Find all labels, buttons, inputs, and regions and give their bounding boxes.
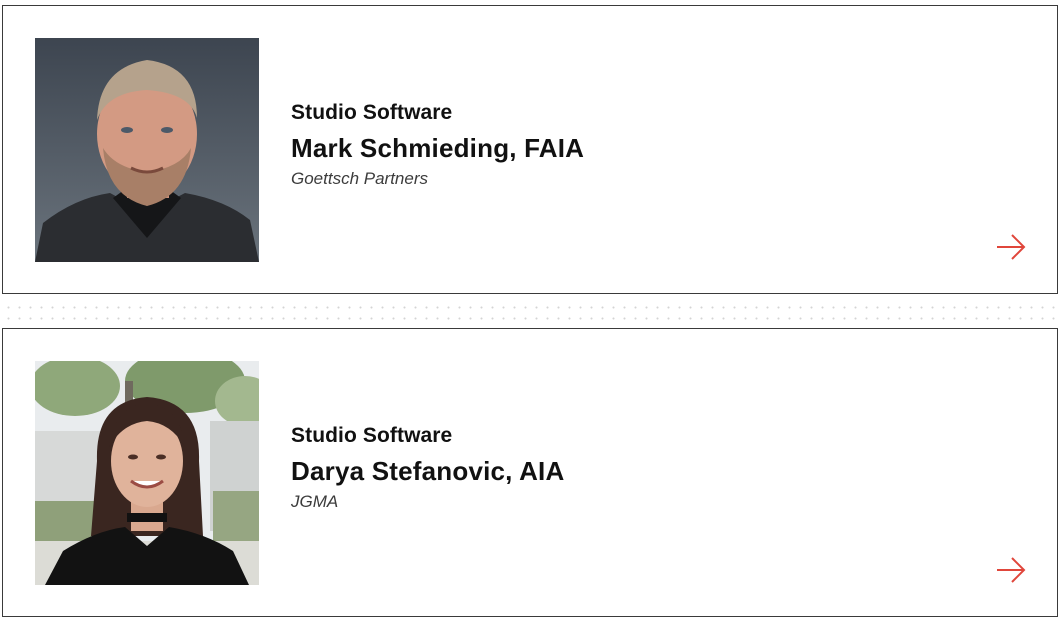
arrow-right-icon[interactable] xyxy=(995,233,1027,261)
speaker-name[interactable]: Mark Schmieding, FAIA xyxy=(291,132,584,164)
speaker-category: Studio Software xyxy=(291,101,453,124)
speaker-photo xyxy=(35,361,259,585)
speaker-photo xyxy=(35,38,259,262)
speaker-info: Studio Software Darya Stefanovic, AIA JG… xyxy=(291,423,564,513)
speaker-category: Studio Software xyxy=(291,424,453,447)
speaker-card[interactable]: Studio Software Mark Schmieding, FAIA Go… xyxy=(2,5,1058,294)
speaker-card[interactable]: Studio Software Darya Stefanovic, AIA JG… xyxy=(2,328,1058,617)
arrow-right-icon[interactable] xyxy=(995,556,1027,584)
dotted-divider xyxy=(0,300,1061,322)
speaker-info: Studio Software Mark Schmieding, FAIA Go… xyxy=(291,100,584,190)
speaker-company: JGMA xyxy=(291,492,339,511)
speaker-name[interactable]: Darya Stefanovic, AIA xyxy=(291,455,564,487)
speaker-company: Goettsch Partners xyxy=(291,169,429,188)
